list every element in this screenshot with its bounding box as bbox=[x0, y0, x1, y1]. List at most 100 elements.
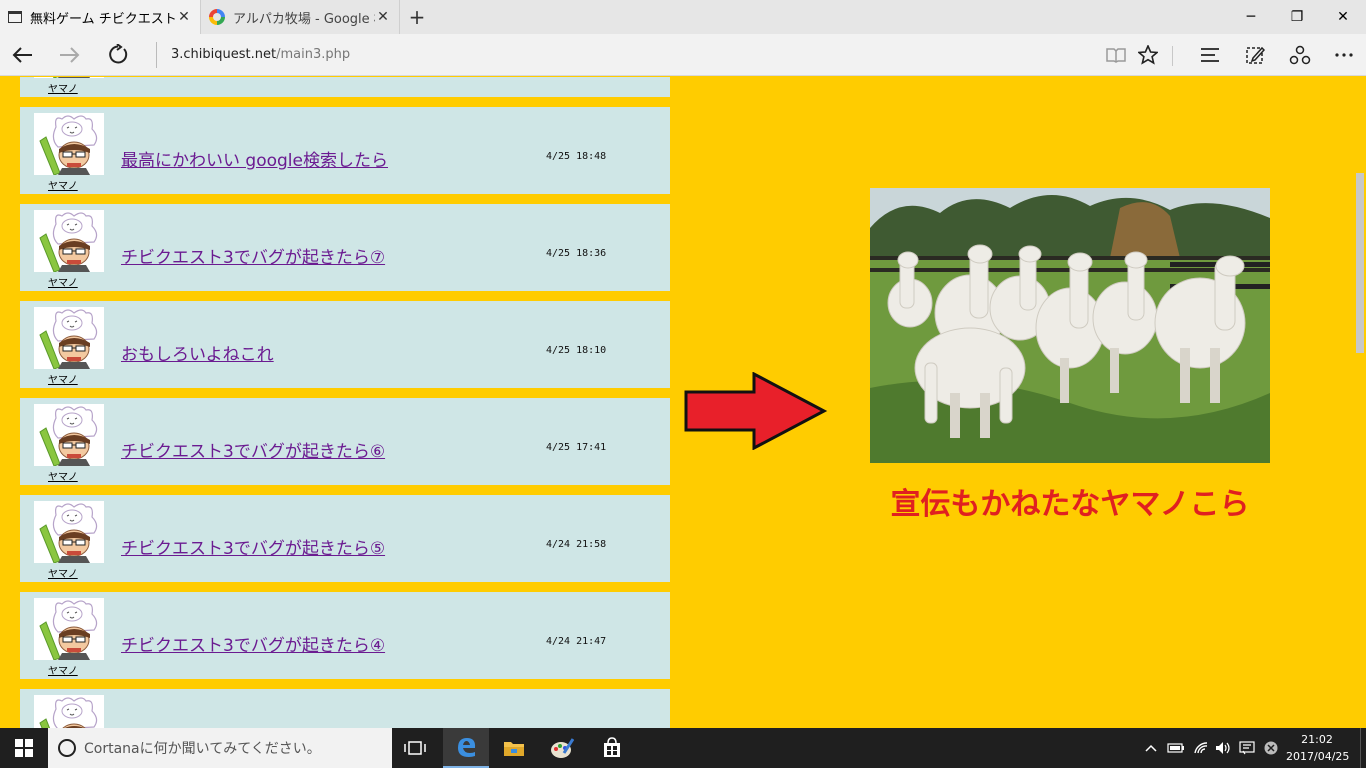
yamano-avatar[interactable] bbox=[34, 210, 104, 272]
reading-view-icon bbox=[1106, 48, 1126, 63]
tab-close-button[interactable]: ✕ bbox=[375, 9, 391, 25]
post-author[interactable]: ヤマノ bbox=[48, 565, 78, 580]
store-button[interactable] bbox=[589, 728, 635, 768]
google-icon bbox=[209, 9, 225, 25]
post-title-link[interactable]: チビクエスト3でバグが起きたら⑦ bbox=[121, 243, 385, 268]
error-circle-icon bbox=[1264, 741, 1278, 755]
post-item[interactable]: ヤマノ チビクエスト3でバグが起きたら⑦ 4/25 18:36 bbox=[20, 204, 670, 291]
battery-icon bbox=[1167, 743, 1184, 753]
web-note-button[interactable] bbox=[1237, 38, 1273, 72]
post-author[interactable]: ヤマノ bbox=[48, 274, 78, 289]
post-date: 4/24 21:47 bbox=[546, 636, 607, 647]
post-item[interactable] bbox=[20, 689, 670, 728]
yamano-avatar[interactable] bbox=[34, 404, 104, 466]
scrollbar-thumb[interactable] bbox=[1356, 173, 1364, 353]
post-title-link[interactable]: 最高にかわいい google検索したら bbox=[121, 146, 388, 171]
vertical-scrollbar[interactable] bbox=[1354, 77, 1366, 728]
paint-button[interactable] bbox=[539, 728, 585, 768]
post-item[interactable]: ヤマノ チビクエスト3でバグが起きたら④ 4/24 21:47 bbox=[20, 592, 670, 679]
cortana-placeholder: Cortanaに何か聞いてみてください。 bbox=[84, 741, 321, 757]
taskbar-clock[interactable]: 21:02 2017/04/25 bbox=[1286, 731, 1349, 765]
post-author[interactable]: ヤマノ bbox=[48, 468, 78, 483]
refresh-button[interactable] bbox=[100, 38, 136, 72]
yamano-avatar[interactable] bbox=[34, 501, 104, 563]
tab-bar: 無料ゲーム チビクエスト３ ✕ アルパカ牧場 - Google 検索 ✕ + ─… bbox=[0, 0, 1366, 34]
tab-title: 無料ゲーム チビクエスト３ bbox=[30, 11, 176, 27]
post-item[interactable]: ヤマノ 最高にかわいい google検索したら 4/25 18:48 bbox=[20, 107, 670, 194]
tab-google-search[interactable]: アルパカ牧場 - Google 検索 ✕ bbox=[200, 0, 400, 34]
paint-icon bbox=[551, 738, 574, 758]
post-author[interactable]: ヤマノ bbox=[48, 177, 78, 192]
back-button[interactable] bbox=[4, 38, 40, 72]
file-explorer-button[interactable] bbox=[491, 728, 537, 768]
tab-chibiquest[interactable]: 無料ゲーム チビクエスト３ ✕ bbox=[0, 0, 200, 34]
post-title-link[interactable]: チビクエスト3でバグが起きたら④ bbox=[121, 631, 385, 656]
maximize-button[interactable]: ❐ bbox=[1274, 0, 1320, 34]
post-item[interactable]: ヤマノ チビクエスト3でバグが起きたら⑤ 4/24 21:58 bbox=[20, 495, 670, 582]
post-date: 4/25 17:41 bbox=[546, 442, 607, 453]
share-button[interactable] bbox=[1282, 38, 1318, 72]
file-explorer-icon bbox=[504, 742, 524, 756]
wifi-icon bbox=[1194, 742, 1208, 754]
new-tab-button[interactable]: + bbox=[404, 0, 430, 34]
post-title-link[interactable]: チビクエスト3でバグが起きたら⑥ bbox=[121, 437, 385, 462]
favorite-star-icon bbox=[1138, 45, 1158, 65]
forward-button[interactable] bbox=[52, 38, 88, 72]
windows-taskbar: Cortanaに何か聞いてみてください。 21:02 2017/04/25 bbox=[0, 728, 1366, 768]
task-view-button[interactable] bbox=[392, 728, 438, 768]
cortana-icon bbox=[58, 739, 76, 757]
tab-title: アルパカ牧場 - Google 検索 bbox=[233, 11, 375, 27]
hub-button[interactable] bbox=[1192, 38, 1228, 72]
web-page: ヤマノ ヤマノ 最高にかわいい google検索したら 4/25 18:48 ヤ… bbox=[0, 77, 1354, 728]
refresh-icon bbox=[109, 44, 128, 64]
close-window-button[interactable]: ✕ bbox=[1320, 0, 1366, 34]
notifications-button[interactable] bbox=[1260, 728, 1282, 768]
edge-taskbar-button[interactable] bbox=[443, 728, 489, 768]
promo-caption: 宣伝もかねたなヤマノこら bbox=[890, 487, 1250, 522]
yamano-avatar[interactable] bbox=[34, 113, 104, 175]
network-button[interactable] bbox=[1190, 728, 1212, 768]
web-note-icon bbox=[1246, 46, 1265, 64]
address-bar[interactable]: 3.chibiquest.net/main3.php bbox=[156, 42, 1076, 68]
windows-logo-icon bbox=[15, 739, 33, 757]
cortana-search-box[interactable]: Cortanaに何か聞いてみてください。 bbox=[48, 728, 392, 768]
more-button[interactable] bbox=[1326, 38, 1362, 72]
store-icon bbox=[604, 737, 620, 757]
right-arrow-icon bbox=[684, 372, 828, 450]
volume-button[interactable] bbox=[1212, 728, 1234, 768]
yamano-avatar[interactable] bbox=[34, 307, 104, 369]
hub-icon bbox=[1201, 48, 1219, 62]
speaker-icon bbox=[1216, 742, 1230, 754]
show-hidden-icons-button[interactable] bbox=[1142, 728, 1160, 768]
post-author[interactable]: ヤマノ bbox=[48, 80, 78, 95]
post-date: 4/25 18:36 bbox=[546, 248, 607, 259]
yamano-avatar[interactable] bbox=[34, 598, 104, 660]
reading-view-button[interactable] bbox=[1098, 38, 1134, 72]
clock-time: 21:02 bbox=[1301, 733, 1333, 746]
battery-button[interactable] bbox=[1164, 728, 1188, 768]
address-host: 3.chibiquest.net bbox=[171, 47, 277, 62]
back-icon bbox=[12, 47, 32, 63]
favorite-button[interactable] bbox=[1130, 38, 1166, 72]
post-item[interactable]: ヤマノ bbox=[20, 77, 670, 97]
keyboard-ime-icon bbox=[1239, 741, 1255, 755]
tab-close-button[interactable]: ✕ bbox=[176, 9, 192, 25]
minimize-button[interactable]: ─ bbox=[1228, 0, 1274, 34]
navigation-bar: 3.chibiquest.net/main3.php bbox=[0, 34, 1366, 76]
address-path: /main3.php bbox=[276, 47, 351, 62]
post-item[interactable]: ヤマノ チビクエスト3でバグが起きたら⑥ 4/25 17:41 bbox=[20, 398, 670, 485]
share-icon bbox=[1289, 45, 1311, 65]
yamano-avatar[interactable] bbox=[34, 77, 104, 78]
post-author[interactable]: ヤマノ bbox=[48, 371, 78, 386]
ime-button[interactable] bbox=[1236, 728, 1258, 768]
yamano-avatar[interactable] bbox=[34, 695, 104, 728]
edge-icon bbox=[458, 738, 476, 757]
start-button[interactable] bbox=[0, 728, 48, 768]
post-title-link[interactable]: チビクエスト3でバグが起きたら⑤ bbox=[121, 534, 385, 559]
task-view-icon bbox=[404, 741, 426, 755]
post-author[interactable]: ヤマノ bbox=[48, 662, 78, 677]
post-item[interactable]: ヤマノ おもしろいよねこれ 4/25 18:10 bbox=[20, 301, 670, 388]
post-title-link[interactable]: おもしろいよねこれ bbox=[121, 340, 274, 365]
show-desktop-button[interactable] bbox=[1360, 728, 1366, 768]
chevron-up-icon bbox=[1145, 744, 1157, 752]
